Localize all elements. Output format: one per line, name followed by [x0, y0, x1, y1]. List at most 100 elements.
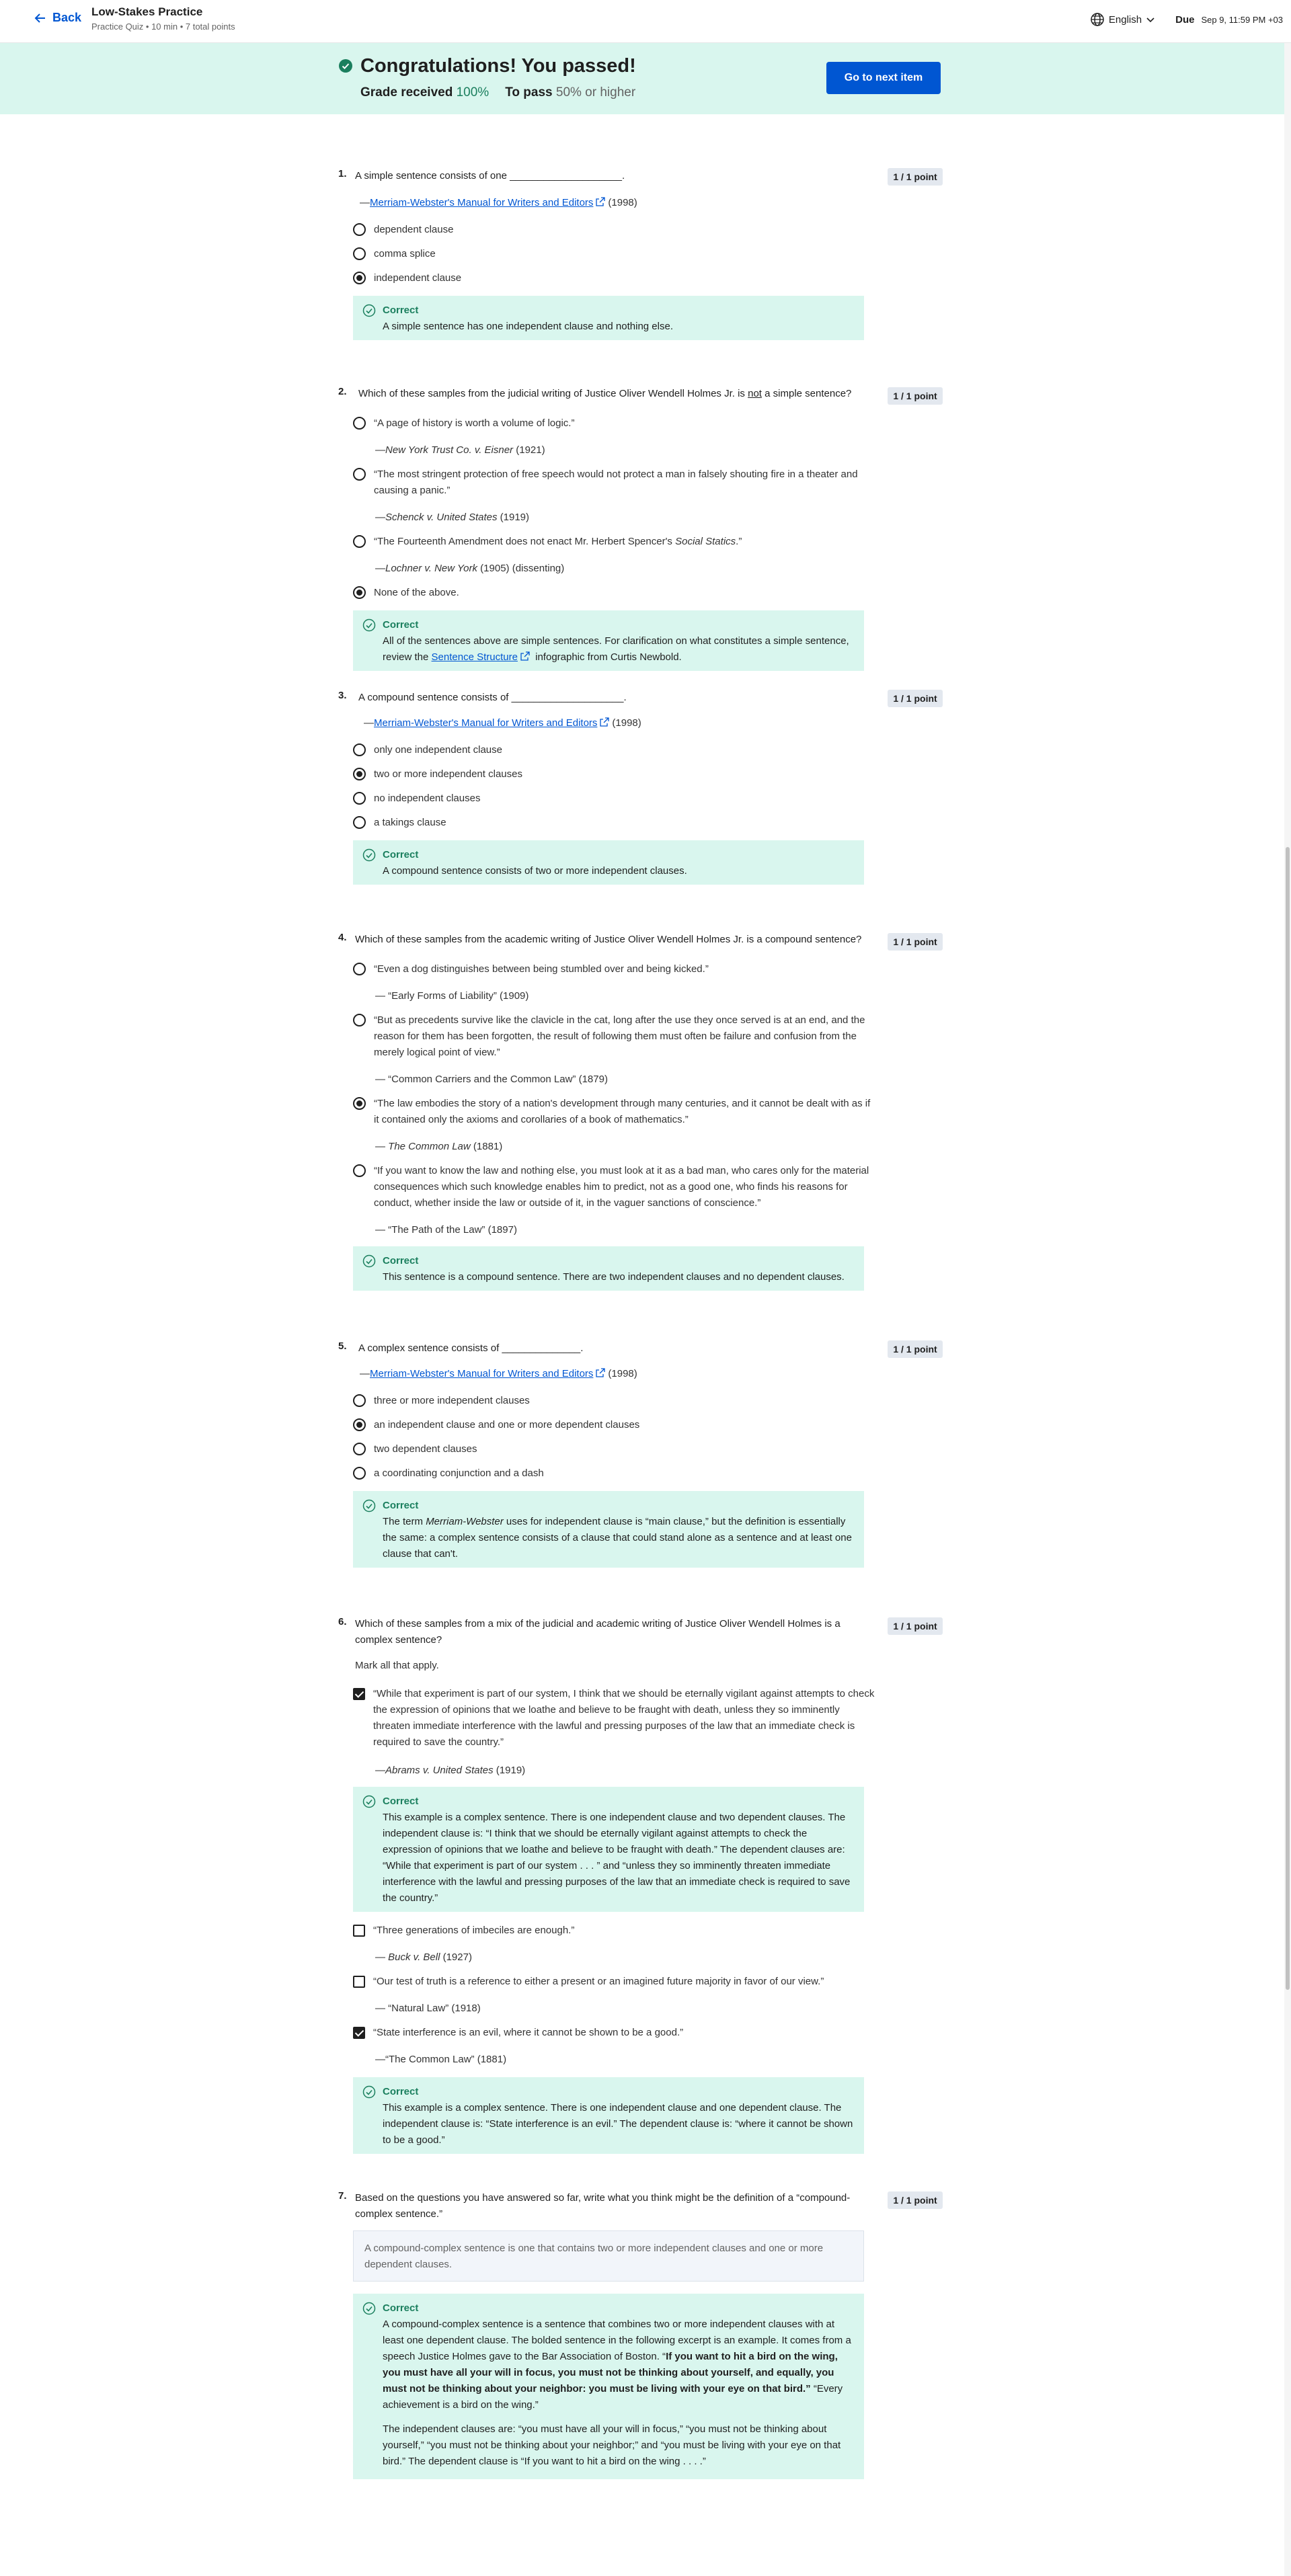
option-3[interactable]: two dependent clauses — [353, 1441, 877, 1457]
checkbox-checked[interactable] — [353, 1688, 365, 1700]
option-label: “Even a dog distinguishes between being … — [374, 963, 709, 975]
points-badge: 1 / 1 point — [888, 1340, 943, 1358]
option-label: “State interference is an evil, where it… — [373, 2027, 684, 2038]
option-3[interactable]: “The Fourteenth Amendment does not enact… — [353, 534, 877, 550]
option-label: an independent clause and one or more de… — [374, 1419, 640, 1431]
option-3[interactable]: “The law embodies the story of a nation'… — [353, 1096, 877, 1128]
option-label: only one independent clause — [374, 744, 502, 756]
option-4[interactable]: “State interference is an evil, where it… — [353, 2025, 877, 2041]
source-link[interactable]: Merriam-Webster's Manual for Writers and… — [370, 1368, 593, 1379]
option-label: “While that experiment is part of our sy… — [373, 1688, 875, 1748]
option-1[interactable]: only one independent clause — [353, 742, 877, 758]
feedback-title: Correct — [383, 2086, 419, 2097]
option-4[interactable]: a coordinating conjunction and a dash — [353, 1465, 877, 1482]
answer-textbox[interactable]: A compound-complex sentence is one that … — [353, 2230, 864, 2282]
feedback-title: Correct — [383, 619, 419, 631]
option-3[interactable]: “Our test of truth is a reference to eit… — [353, 1974, 877, 1990]
checkbox[interactable] — [353, 1925, 365, 1937]
option-source: —Abrams v. United States (1919) — [375, 1765, 526, 1776]
option-4[interactable]: None of the above. — [353, 585, 877, 601]
radio-button[interactable] — [353, 963, 366, 975]
sentence-structure-link[interactable]: Sentence Structure — [432, 651, 518, 663]
option-source: — “Common Carriers and the Common Law” (… — [375, 1074, 608, 1085]
option-source: —“The Common Law” (1881) — [375, 2054, 507, 2065]
check-circle-icon — [362, 304, 376, 317]
radio-button[interactable] — [353, 792, 366, 805]
points-badge: 1 / 1 point — [888, 933, 943, 951]
question-text: Which of these samples from the academic… — [355, 934, 862, 945]
radio-button[interactable] — [353, 247, 366, 260]
checkbox-checked[interactable] — [353, 2027, 365, 2039]
option-source: — “Early Forms of Liability” (1909) — [375, 990, 529, 1002]
option-1[interactable]: three or more independent clauses — [353, 1393, 877, 1409]
question-text: Which of these samples from a mix of the… — [355, 1618, 840, 1646]
check-circle-icon — [362, 2302, 376, 2315]
option-label: no independent clauses — [374, 793, 481, 804]
feedback-title: Correct — [383, 1255, 419, 1266]
option-1[interactable]: “Even a dog distinguishes between being … — [353, 961, 877, 977]
radio-button[interactable] — [353, 1014, 366, 1027]
radio-button-selected[interactable] — [353, 586, 366, 599]
question-text: Based on the questions you have answered… — [355, 2192, 851, 2220]
back-button[interactable]: Back — [34, 11, 81, 25]
next-item-button[interactable]: Go to next item — [826, 62, 941, 94]
pass-label: To pass — [505, 85, 553, 99]
question-number: 3. — [338, 690, 347, 701]
feedback-text: This example is a complex sentence. Ther… — [383, 1812, 851, 1904]
grade-label: Grade received — [360, 85, 453, 99]
question-text: A complex sentence consists of _________… — [358, 1342, 584, 1354]
question-number: 6. — [338, 1616, 347, 1627]
radio-button[interactable] — [353, 1394, 366, 1407]
option-2[interactable]: an independent clause and one or more de… — [353, 1417, 877, 1433]
option-3[interactable]: independent clause — [353, 270, 877, 286]
source-link[interactable]: Merriam-Webster's Manual for Writers and… — [370, 197, 593, 208]
feedback-title: Correct — [383, 1796, 419, 1807]
radio-button[interactable] — [353, 417, 366, 430]
option-4[interactable]: “If you want to know the law and nothing… — [353, 1163, 877, 1211]
question-number: 4. — [338, 932, 347, 943]
option-2[interactable]: comma splice — [353, 246, 877, 262]
question-number: 5. — [338, 1340, 347, 1352]
option-2[interactable]: “But as precedents survive like the clav… — [353, 1012, 877, 1061]
option-2[interactable]: “Three generations of imbeciles are enou… — [353, 1923, 877, 1939]
language-label: English — [1108, 13, 1142, 26]
option-source: —New York Trust Co. v. Eisner (1921) — [375, 444, 545, 456]
due-date: Sep 9, 11:59 PM +03 — [1201, 14, 1283, 25]
option-source: —Schenck v. United States (1919) — [375, 512, 530, 523]
radio-button[interactable] — [353, 743, 366, 756]
feedback-title: Correct — [383, 849, 419, 860]
radio-button[interactable] — [353, 1443, 366, 1455]
scrollbar-thumb[interactable] — [1286, 847, 1290, 1990]
radio-button[interactable] — [353, 535, 366, 548]
radio-button-selected[interactable] — [353, 1097, 366, 1110]
option-label: “The Fourteenth Amendment does not enact… — [374, 536, 742, 547]
option-label: “If you want to know the law and nothing… — [374, 1165, 869, 1209]
option-2[interactable]: two or more independent clauses — [353, 766, 877, 782]
feedback-title: Correct — [383, 1500, 419, 1511]
language-selector[interactable]: English — [1090, 12, 1155, 27]
option-label: “The law embodies the story of a nation'… — [374, 1098, 871, 1125]
radio-button[interactable] — [353, 468, 366, 481]
option-1[interactable]: “While that experiment is part of our sy… — [353, 1686, 877, 1750]
radio-button-selected[interactable] — [353, 768, 366, 780]
option-3[interactable]: no independent clauses — [353, 791, 877, 807]
globe-icon — [1091, 13, 1104, 26]
feedback-box: Correct A compound sentence consists of … — [353, 840, 864, 885]
checkbox[interactable] — [353, 1976, 365, 1988]
page-subtitle: Practice Quiz • 10 min • 7 total points — [91, 22, 235, 32]
source-link[interactable]: Merriam-Webster's Manual for Writers and… — [374, 717, 597, 729]
option-1[interactable]: “A page of history is worth a volume of … — [353, 415, 877, 432]
option-1[interactable]: dependent clause — [353, 222, 877, 238]
radio-button[interactable] — [353, 223, 366, 236]
option-2[interactable]: “The most stringent protection of free s… — [353, 467, 877, 499]
radio-button-selected[interactable] — [353, 1418, 366, 1431]
radio-button[interactable] — [353, 816, 366, 829]
grade-value: 100% — [456, 85, 490, 99]
feedback-title: Correct — [383, 305, 419, 316]
option-4[interactable]: a takings clause — [353, 815, 877, 831]
radio-button[interactable] — [353, 1467, 366, 1480]
feedback-text: A simple sentence has one independent cl… — [383, 321, 673, 332]
check-circle-icon — [362, 1795, 376, 1808]
radio-button[interactable] — [353, 1164, 366, 1177]
radio-button-selected[interactable] — [353, 272, 366, 284]
